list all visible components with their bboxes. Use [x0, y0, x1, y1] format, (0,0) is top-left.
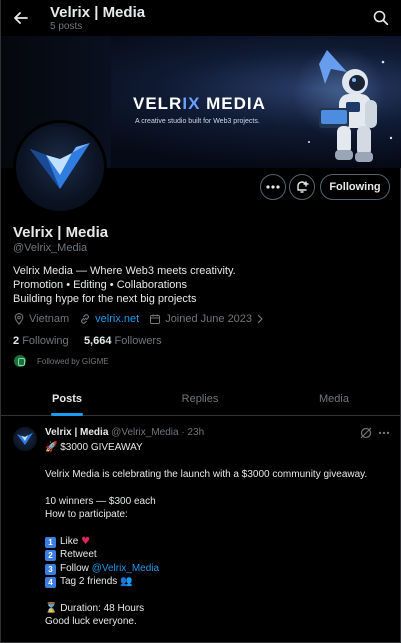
tab-media[interactable]: Media: [304, 382, 364, 416]
tab-posts[interactable]: Posts: [37, 382, 97, 416]
keycap-2-icon: 2: [45, 550, 56, 562]
followers-count-link[interactable]: 5,664 Followers: [84, 335, 162, 347]
bio-line: Promotion • Editing • Collaborations: [13, 279, 188, 291]
display-name: Velrix | Media: [13, 224, 109, 241]
rocket-icon: 🚀: [45, 442, 58, 453]
post-author-name[interactable]: Velrix | Media: [45, 427, 108, 438]
more-options-button[interactable]: [260, 174, 286, 200]
active-tab-indicator: [51, 413, 83, 416]
profile-handle: @Velrix_Media: [13, 242, 88, 254]
profile-avatar[interactable]: [13, 120, 107, 214]
banner-brand: VELRIX MEDIA: [133, 94, 266, 113]
keycap-1-icon: 1: [45, 536, 56, 548]
post-time[interactable]: 23h: [187, 427, 204, 438]
banner-tagline: A creative studio built for Web3 project…: [135, 118, 260, 125]
calendar-icon: [150, 314, 161, 324]
followed-by[interactable]: Followed by GIGME: [13, 353, 109, 369]
bio-line: Velrix Media — Where Web3 meets creativi…: [13, 265, 236, 277]
post-more-icon[interactable]: [377, 426, 391, 440]
keycap-3-icon: 3: [45, 563, 56, 575]
header-title: Velrix | Media: [50, 4, 146, 21]
following-count-link[interactable]: 2 Following: [13, 335, 69, 347]
top-bar: Velrix | Media 5 posts: [1, 0, 401, 36]
bell-plus-icon: [297, 181, 309, 193]
people-icon: 👥: [120, 575, 133, 587]
post-author-handle[interactable]: @Velrix_Media: [111, 427, 178, 438]
notifications-button[interactable]: [289, 174, 315, 200]
following-button[interactable]: Following: [320, 174, 390, 200]
profile-tabs: Posts Replies Media: [1, 382, 401, 416]
chevron-right-icon[interactable]: [255, 313, 265, 325]
bio-line: Building hype for the next big projects: [13, 293, 197, 305]
keycap-4-icon: 4: [45, 576, 56, 588]
more-dots-icon: [266, 185, 280, 189]
back-arrow-icon[interactable]: [11, 8, 31, 28]
location-text: Vietnam: [29, 313, 70, 325]
astronaut-illustration: [293, 46, 393, 162]
location-pin-icon: [14, 313, 24, 325]
post[interactable]: Velrix | Media @Velrix_Media · 23h 🚀 $30…: [1, 417, 401, 643]
follower-avatar: [13, 354, 27, 368]
grok-icon[interactable]: [359, 426, 373, 440]
post-text: 🚀 $3000 GIVEAWAY Velrix Media is celebra…: [45, 442, 368, 628]
post-avatar[interactable]: [13, 427, 37, 451]
profile-bio: Velrix Media — Where Web3 meets creativi…: [13, 264, 236, 306]
tab-replies[interactable]: Replies: [170, 382, 230, 416]
website-link[interactable]: velrix.net: [95, 313, 139, 325]
search-icon[interactable]: [372, 9, 390, 27]
joined-date: Joined June 2023: [165, 313, 253, 325]
hourglass-icon: ⌛: [45, 602, 58, 614]
mention-link[interactable]: @Velrix_Media: [92, 563, 159, 574]
post-header: Velrix | Media @Velrix_Media · 23h: [45, 427, 205, 438]
follow-counts: 2 Following 5,664 Followers: [13, 335, 162, 347]
profile-page: Velrix | Media 5 posts VELRIX MEDIA A cr…: [0, 0, 401, 643]
heart-icon: ♥: [81, 535, 91, 547]
profile-meta: Vietnam velrix.net Joined June 2023: [13, 311, 265, 327]
velrix-logo-icon: [30, 143, 90, 189]
followed-by-text: Followed by GIGME: [37, 356, 109, 366]
velrix-logo-icon: [16, 432, 34, 445]
link-icon: [81, 314, 90, 324]
post-count: 5 posts: [50, 21, 83, 32]
